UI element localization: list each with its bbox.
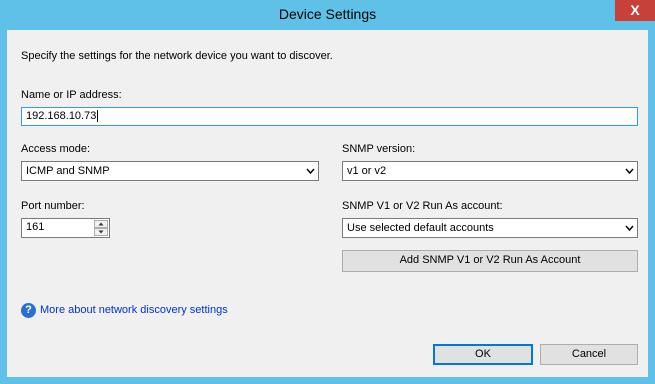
chevron-down-icon — [625, 225, 634, 232]
runas-account-select[interactable]: Use selected default accounts — [342, 218, 638, 238]
device-settings-window: Device Settings X Specify the settings f… — [0, 0, 655, 384]
access-mode-value: ICMP and SNMP — [26, 165, 110, 177]
name-ip-input[interactable]: 192.168.10.73 — [21, 107, 638, 126]
snmp-version-label: SNMP version: — [342, 143, 416, 155]
ok-button[interactable]: OK — [433, 344, 533, 365]
port-stepper[interactable]: 161 — [21, 218, 110, 238]
intro-text: Specify the settings for the network dev… — [21, 50, 333, 62]
port-label: Port number: — [21, 200, 85, 212]
help-icon: ? — [21, 303, 36, 318]
runas-label: SNMP V1 or V2 Run As account: — [342, 200, 503, 212]
window-title: Device Settings — [278, 6, 377, 22]
spin-down-button[interactable] — [94, 228, 108, 236]
chevron-down-icon — [306, 168, 315, 175]
cancel-button[interactable]: Cancel — [540, 344, 638, 365]
close-button[interactable]: X — [615, 0, 655, 21]
chevron-down-icon — [625, 168, 634, 175]
spin-up-icon — [98, 222, 104, 226]
text-caret — [97, 110, 99, 123]
port-value: 161 — [26, 221, 45, 233]
name-ip-value: 192.168.10.73 — [26, 110, 97, 122]
add-runas-account-button[interactable]: Add SNMP V1 or V2 Run As Account — [342, 250, 638, 272]
access-mode-select[interactable]: ICMP and SNMP — [21, 161, 319, 181]
snmp-version-value: v1 or v2 — [347, 165, 387, 177]
snmp-version-select[interactable]: v1 or v2 — [342, 161, 638, 181]
runas-account-value: Use selected default accounts — [347, 222, 494, 234]
dialog-body: Specify the settings for the network dev… — [7, 30, 648, 377]
spin-down-icon — [98, 230, 104, 234]
name-label: Name or IP address: — [21, 89, 122, 101]
access-mode-label: Access mode: — [21, 143, 91, 155]
title-bar[interactable]: Device Settings X — [0, 0, 655, 30]
spin-up-button[interactable] — [94, 220, 108, 228]
close-icon: X — [630, 2, 640, 18]
network-discovery-help-link[interactable]: More about network discovery settings — [40, 304, 228, 316]
